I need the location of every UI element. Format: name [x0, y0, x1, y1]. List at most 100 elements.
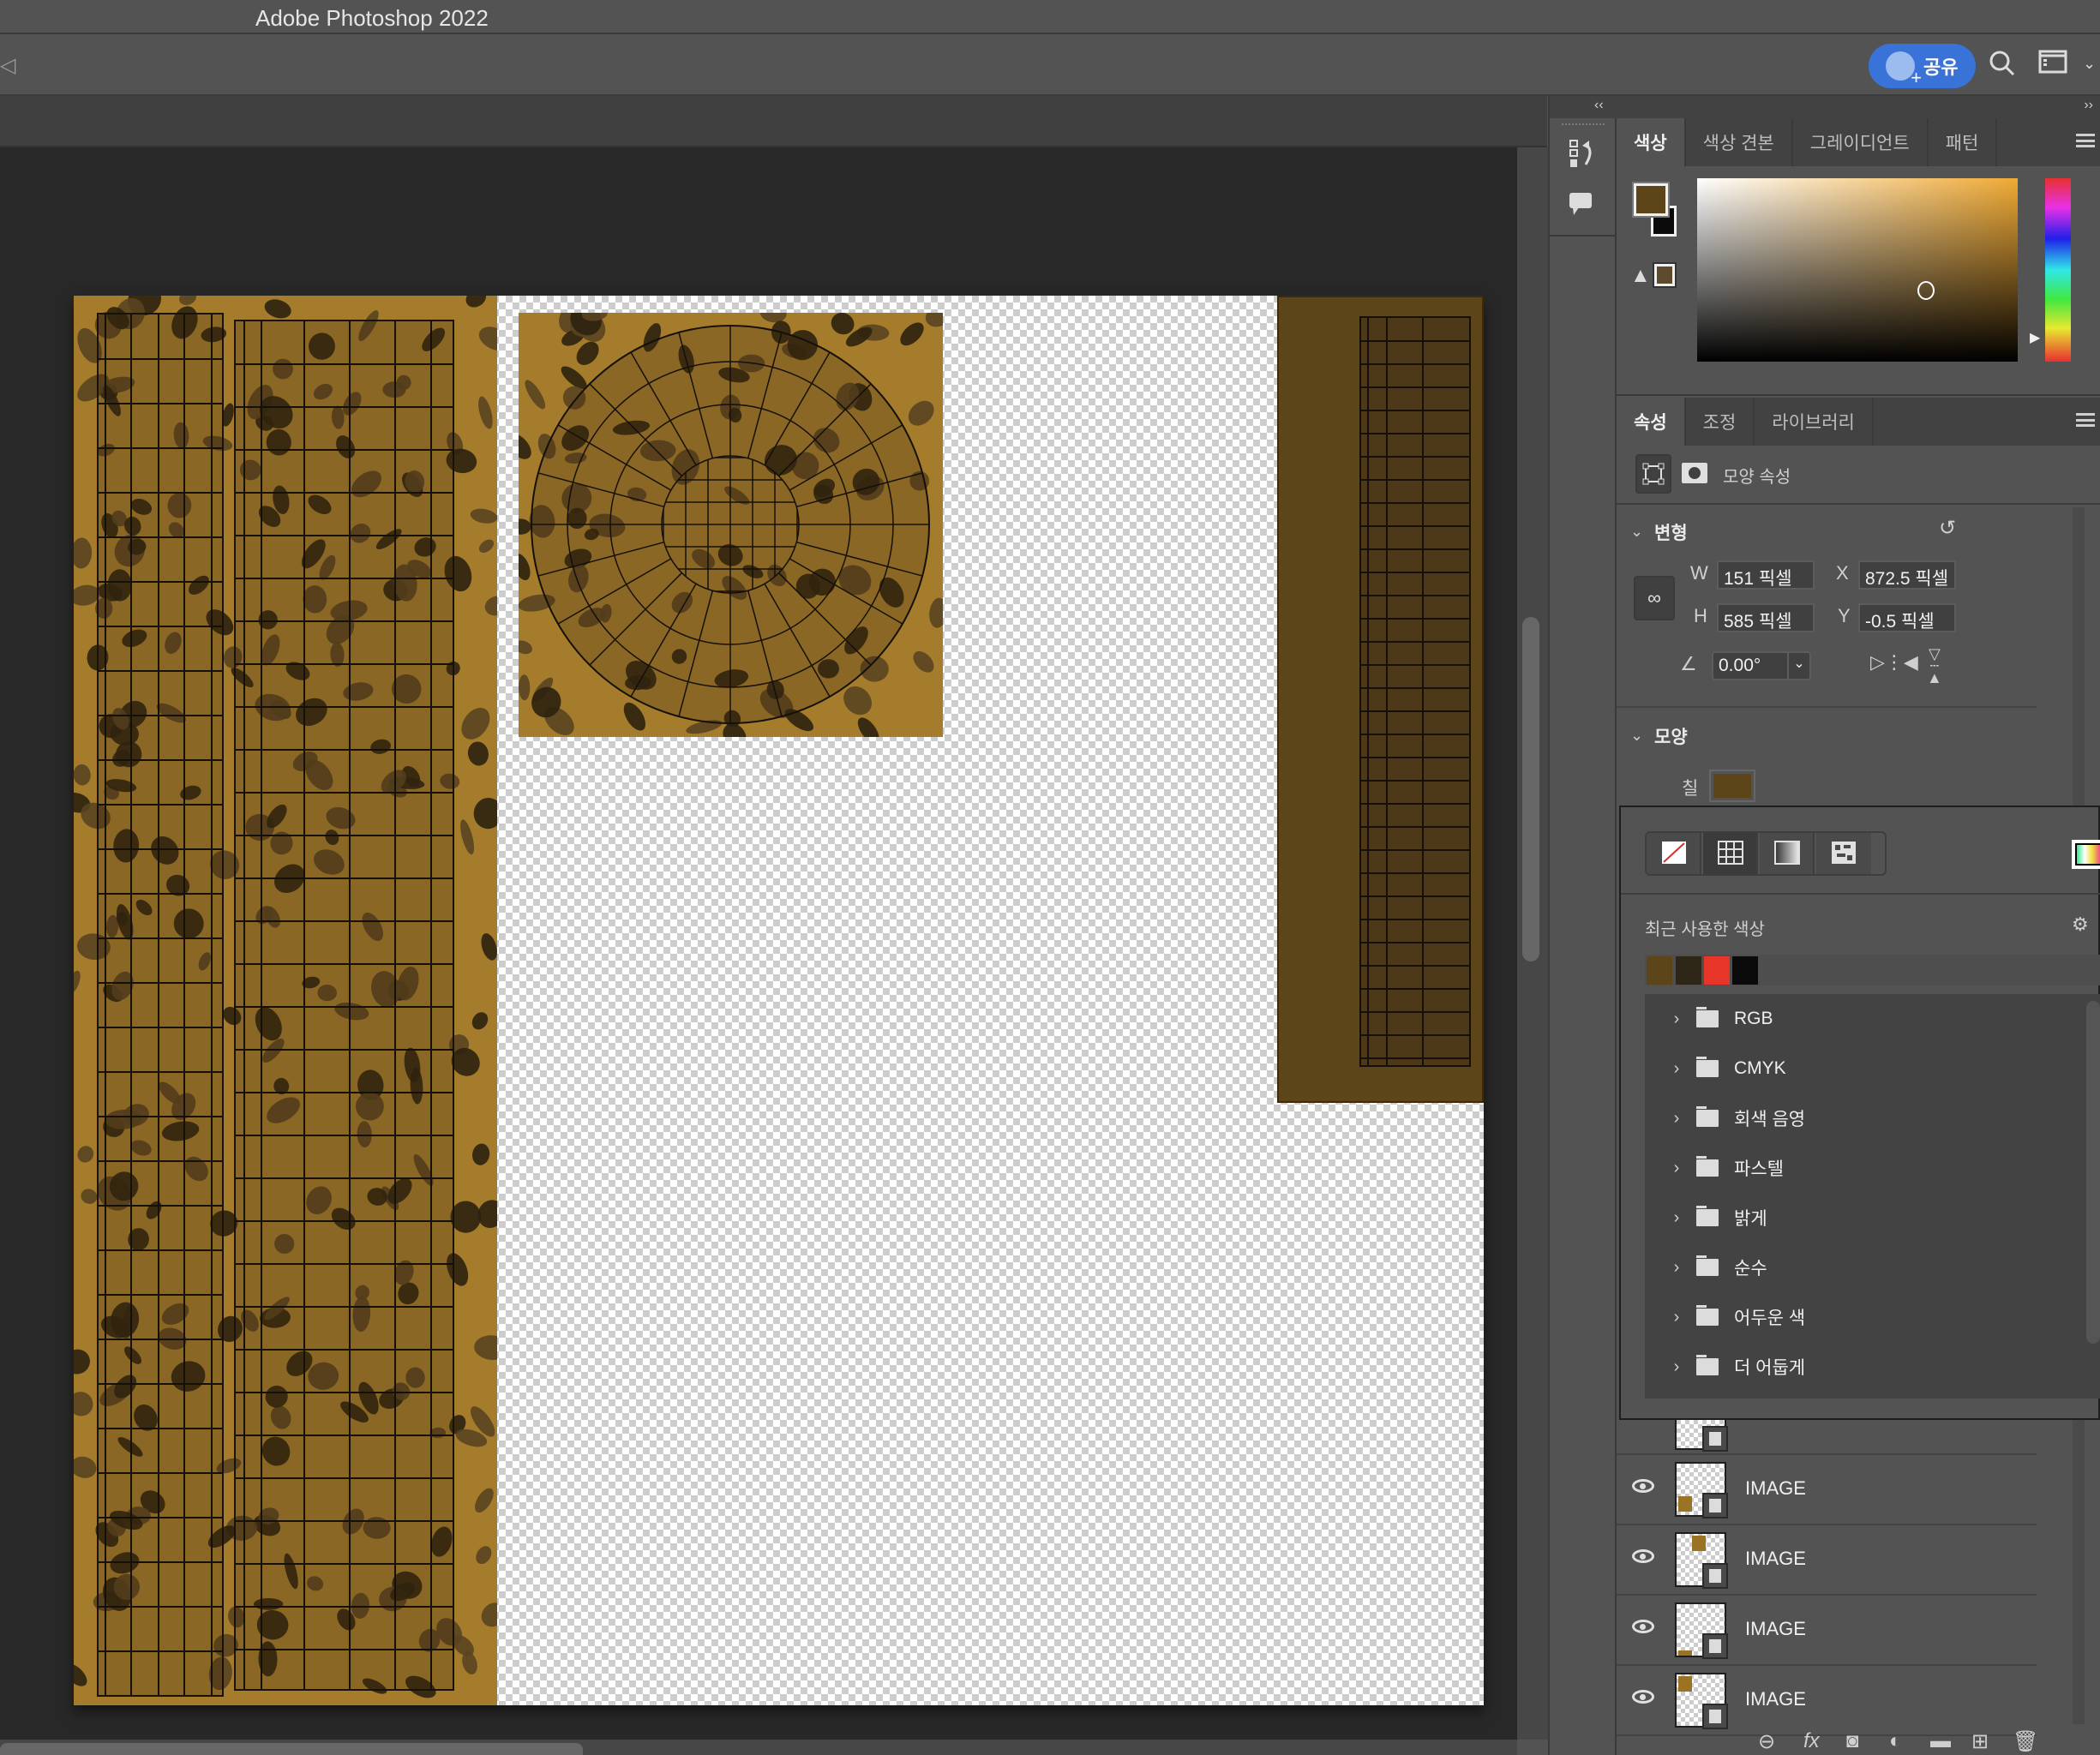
chevron-right-icon[interactable]: ›	[1664, 1059, 1689, 1079]
height-label: H	[1694, 605, 1707, 626]
horizontal-scroll-thumb[interactable]	[0, 1743, 583, 1755]
hue-slider-handle[interactable]: ▶	[2030, 329, 2040, 346]
swatch-folder-row[interactable]: › 회색 음영	[1652, 1095, 2044, 1141]
mask-icon[interactable]: ◙	[1846, 1729, 1859, 1753]
flip-horizontal-icon[interactable]: ▷⋮◀	[1870, 651, 1918, 674]
folder-name: 밝게	[1734, 1209, 1767, 1229]
tab-libraries[interactable]: 라이브러리	[1755, 398, 1874, 446]
link-icon[interactable]: ⊖	[1758, 1729, 1775, 1754]
collapse-left-icon[interactable]: ‹‹	[1594, 98, 1604, 113]
folder-list-scrollbar[interactable]	[2086, 1001, 2100, 1344]
tab-adjustments[interactable]: 조정	[1686, 398, 1755, 446]
solid-color-button[interactable]	[1703, 833, 1758, 874]
pattern-button[interactable]	[1816, 833, 1871, 874]
shape-mask-icon[interactable]	[1682, 463, 1707, 483]
saturation-brightness-field[interactable]	[1697, 178, 2018, 362]
visibility-eye-icon[interactable]	[1632, 1479, 1654, 1493]
chevron-right-icon[interactable]: ›	[1664, 1308, 1689, 1327]
reset-transform-icon[interactable]: ↺	[1939, 516, 1956, 541]
swatch-folder-row[interactable]: › 파스텔	[1652, 1145, 2044, 1191]
foreground-color-swatch[interactable]	[1632, 182, 1670, 218]
layer-row[interactable]: IMAGE	[1617, 1596, 2037, 1666]
folder-icon	[1696, 1255, 1719, 1276]
chevron-right-icon[interactable]: ›	[1664, 1159, 1689, 1178]
height-input[interactable]: 585 픽셀	[1717, 603, 1815, 632]
swatch-folder-row[interactable]: › 어두운 색	[1652, 1294, 2044, 1340]
transform-section-title: 변형	[1654, 524, 1688, 543]
fx-icon[interactable]: fx	[1803, 1729, 1820, 1753]
tab-swatches[interactable]: 색상 견본	[1686, 118, 1793, 166]
layer-name: IMAGE	[1745, 1548, 1806, 1569]
appearance-collapse-icon[interactable]: ⌄	[1630, 727, 1643, 745]
section-divider	[1617, 706, 2037, 708]
swatch-folder-row[interactable]: › 밝게	[1652, 1195, 2044, 1241]
vertical-scroll-thumb[interactable]	[1522, 617, 1539, 961]
recent-color-swatch[interactable]	[1676, 956, 1701, 985]
layer-row[interactable]: IMAGE	[1617, 1455, 2037, 1525]
color-picker-button[interactable]	[2072, 840, 2100, 869]
tab-patterns[interactable]: 패턴	[1929, 118, 1998, 166]
gradient-button[interactable]	[1760, 833, 1815, 874]
x-position-input[interactable]: 872.5 픽셀	[1858, 560, 1956, 590]
swatch-folder-row[interactable]: › RGB	[1652, 996, 2044, 1042]
brown-grid-rectangle[interactable]	[1277, 296, 1484, 1103]
share-label: 공유	[1923, 57, 1959, 78]
swatch-folder-row[interactable]: › CMYK	[1652, 1045, 2044, 1092]
tab-color[interactable]: 색상	[1617, 118, 1686, 166]
visibility-eye-icon[interactable]	[1632, 1690, 1654, 1704]
chevron-right-icon[interactable]: ›	[1664, 1009, 1689, 1029]
share-button[interactable]: 공유	[1869, 44, 1976, 89]
new-layer-icon[interactable]: ⊞	[1971, 1729, 1989, 1754]
flip-vertical-icon[interactable]: ▽ ┄ ▲	[1927, 646, 1942, 686]
color-picker-cursor[interactable]	[1917, 281, 1935, 300]
width-input[interactable]: 151 픽셀	[1717, 560, 1815, 590]
comments-icon[interactable]	[1569, 192, 1594, 225]
chevron-down-icon[interactable]: ⌄	[2083, 55, 2096, 73]
visibility-eye-icon[interactable]	[1632, 1549, 1654, 1563]
history-icon[interactable]	[1569, 139, 1598, 177]
properties-panel-menu-icon[interactable]	[2076, 413, 2095, 427]
angle-input[interactable]: 0.00° ⌄	[1712, 651, 1811, 680]
horizontal-scrollbar[interactable]	[0, 1740, 1517, 1755]
folder-icon	[1696, 1206, 1719, 1226]
swatch-folder-row[interactable]: › 더 어둡게	[1652, 1344, 2044, 1390]
trash-icon[interactable]: 🗑	[2013, 1729, 2038, 1754]
settings-gear-icon[interactable]: ⚙	[2072, 913, 2089, 936]
expand-right-icon[interactable]: ››	[2084, 98, 2093, 113]
recent-color-swatch[interactable]	[1732, 956, 1758, 985]
hue-slider[interactable]	[2045, 178, 2071, 362]
recent-color-swatch[interactable]	[1704, 956, 1730, 985]
gamut-warning-icon[interactable]: ▲	[1630, 264, 1651, 288]
tab-gradients[interactable]: 그레이디언트	[1793, 118, 1929, 166]
swatch-folder-row[interactable]: › 순수	[1652, 1244, 2044, 1291]
recent-color-swatch[interactable]	[1647, 956, 1672, 985]
angle-dropdown-icon[interactable]: ⌄	[1787, 653, 1809, 679]
warped-circle-pattern[interactable]	[519, 313, 943, 737]
color-panel-menu-icon[interactable]	[2076, 134, 2095, 147]
vertical-scrollbar[interactable]	[1517, 147, 1548, 1740]
visibility-eye-icon[interactable]	[1632, 1620, 1654, 1633]
y-position-input[interactable]: -0.5 픽셀	[1858, 603, 1956, 632]
document-canvas[interactable]	[74, 296, 1484, 1705]
chevron-right-icon[interactable]: ›	[1664, 1208, 1689, 1228]
drag-handle[interactable]	[1562, 123, 1605, 129]
group-folder-icon[interactable]: ▬	[1930, 1729, 1951, 1753]
gamut-swatch[interactable]	[1653, 262, 1677, 288]
adjustment-icon[interactable]: ◐	[1889, 1729, 1902, 1753]
shape-transform-button[interactable]	[1635, 454, 1671, 494]
chevron-right-icon[interactable]: ›	[1664, 1357, 1689, 1377]
search-icon[interactable]	[1989, 50, 2016, 84]
layer-row[interactable]: IMAGE	[1617, 1525, 2037, 1596]
layer-row-partial[interactable]	[1617, 1397, 2037, 1455]
fill-type-group	[1645, 831, 1887, 876]
chevron-right-icon[interactable]: ›	[1664, 1109, 1689, 1129]
grid-pattern-strip[interactable]	[74, 296, 497, 1705]
link-dimensions-icon[interactable]: ∞	[1634, 576, 1675, 620]
chevron-right-icon[interactable]: ›	[1664, 1258, 1689, 1278]
tab-properties[interactable]: 속성	[1617, 398, 1686, 446]
collapse-toolbar-icon[interactable]: ◁	[0, 53, 15, 78]
no-color-button[interactable]	[1647, 833, 1701, 874]
workspace-icon[interactable]	[2038, 50, 2067, 81]
transform-collapse-icon[interactable]: ⌄	[1630, 523, 1643, 541]
fill-color-button[interactable]	[1709, 770, 1755, 802]
